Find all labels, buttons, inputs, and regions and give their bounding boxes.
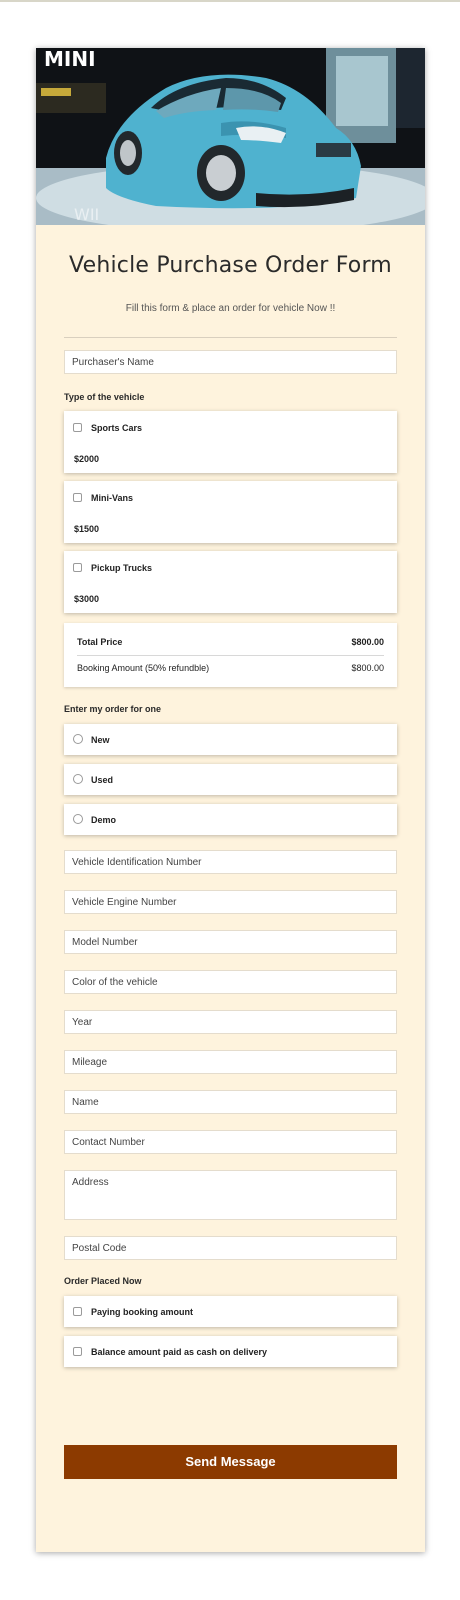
title-divider (64, 337, 397, 338)
address-textarea[interactable]: Address (64, 1170, 397, 1220)
model-number-input[interactable]: Model Number (64, 930, 397, 954)
vehicle-type-option-sports-cars[interactable]: Sports Cars $2000 (64, 411, 397, 473)
vehicle-type-option-mini-vans[interactable]: Mini-Vans $1500 (64, 481, 397, 543)
order-for-label: Enter my order for one (64, 704, 162, 714)
contact-number-input[interactable]: Contact Number (64, 1130, 397, 1154)
svg-text:MINI: MINI (44, 48, 96, 71)
form-card: MINI WII Vehicle Purchase Order Form Fil… (36, 48, 425, 1552)
total-price-label: Total Price (77, 637, 123, 647)
option-label: Pickup Trucks (91, 563, 153, 573)
order-placed-option-cash-on-delivery[interactable]: Balance amount paid as cash on delivery (64, 1336, 397, 1367)
option-price: $1500 (74, 524, 100, 534)
booking-amount-row: Booking Amount (50% refundble) $800.00 (77, 663, 384, 673)
booking-amount-label: Booking Amount (50% refundble) (77, 663, 210, 673)
svg-text:WII: WII (74, 205, 99, 224)
order-placed-label: Order Placed Now (64, 1276, 142, 1286)
option-label: Paying booking amount (91, 1307, 194, 1317)
booking-amount-value: $800.00 (351, 663, 384, 673)
order-for-option-used[interactable]: Used (64, 764, 397, 795)
order-placed-option-booking[interactable]: Paying booking amount (64, 1296, 397, 1327)
option-price: $2000 (74, 454, 100, 464)
order-for-option-demo[interactable]: Demo (64, 804, 397, 835)
checkbox[interactable] (73, 563, 82, 572)
total-price-value: $800.00 (351, 637, 384, 647)
option-label: Mini-Vans (91, 493, 134, 503)
send-message-button[interactable]: Send Message (64, 1445, 397, 1479)
year-input[interactable]: Year (64, 1010, 397, 1034)
form-title: Vehicle Purchase Order Form (69, 253, 392, 278)
option-label: New (91, 735, 110, 745)
option-price: $3000 (74, 594, 100, 604)
mileage-input[interactable]: Mileage (64, 1050, 397, 1074)
vehicle-color-input[interactable]: Color of the vehicle (64, 970, 397, 994)
order-for-option-new[interactable]: New (64, 724, 397, 755)
radio-button[interactable] (73, 774, 83, 784)
postal-code-input[interactable]: Postal Code (64, 1236, 397, 1260)
checkbox[interactable] (73, 423, 82, 432)
engine-number-input[interactable]: Vehicle Engine Number (64, 890, 397, 914)
checkbox[interactable] (73, 1307, 82, 1316)
option-label: Sports Cars (91, 423, 143, 433)
hero-car-image: MINI WII (36, 48, 425, 225)
top-border-line (0, 0, 460, 2)
checkbox[interactable] (73, 493, 82, 502)
vin-input[interactable]: Vehicle Identification Number (64, 850, 397, 874)
radio-button[interactable] (73, 734, 83, 744)
option-label: Demo (91, 815, 117, 825)
form-subtitle: Fill this form & place an order for vehi… (125, 303, 336, 314)
vehicle-type-option-pickup-trucks[interactable]: Pickup Trucks $3000 (64, 551, 397, 613)
radio-button[interactable] (73, 814, 83, 824)
vehicle-type-label: Type of the vehicle (64, 392, 145, 402)
summary-divider (77, 655, 384, 656)
option-label: Used (91, 775, 114, 785)
total-price-row: Total Price $800.00 (77, 637, 384, 647)
option-label: Balance amount paid as cash on delivery (91, 1347, 268, 1357)
name-input[interactable]: Name (64, 1090, 397, 1114)
checkbox[interactable] (73, 1347, 82, 1356)
price-summary: Total Price $800.00 Booking Amount (50% … (64, 623, 397, 687)
purchaser-name-input[interactable]: Purchaser's Name (64, 350, 397, 374)
